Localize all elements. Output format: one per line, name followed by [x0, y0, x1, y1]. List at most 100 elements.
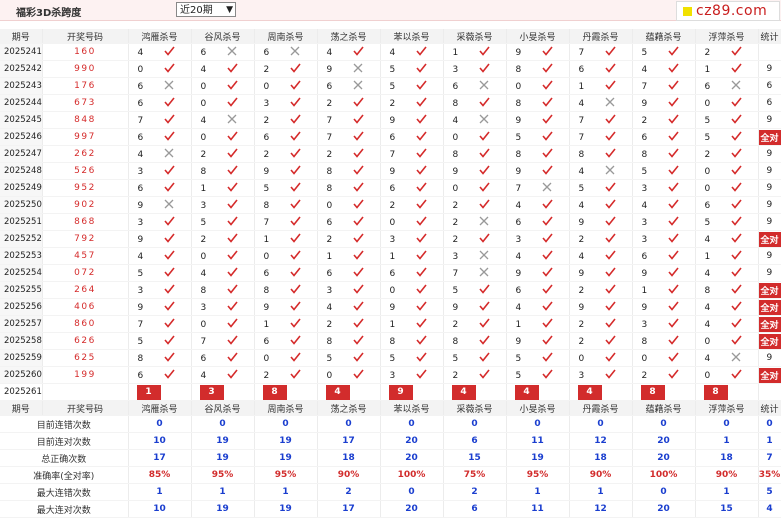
kill-cell: 7: [380, 145, 444, 163]
check-icon: [226, 131, 238, 144]
tally-value: 9: [766, 149, 773, 159]
kill-cell: 5: [443, 281, 507, 299]
kill-cell: 9: [506, 162, 570, 180]
draw-number-cell: 072: [42, 264, 129, 282]
check-icon: [289, 131, 301, 144]
stats-value: 10: [128, 432, 192, 450]
kill-cell: 9: [506, 43, 570, 61]
table-row: 2025258 626 5 7 6 8 8 8 9 2 8 0 全对: [0, 332, 781, 350]
kill-digit: 4: [515, 251, 522, 262]
kill-digit: 6: [137, 98, 144, 109]
kill-digit: 6: [326, 268, 333, 279]
check-icon: [226, 267, 238, 280]
stats-value: 75%: [443, 466, 507, 484]
kill-cell: 0: [191, 77, 255, 95]
kill-cell: 2: [254, 111, 318, 129]
kill-cell: 6: [254, 128, 318, 146]
kill-digit: 1: [452, 47, 459, 58]
kill-digit: 2: [389, 98, 396, 109]
check-icon: [667, 97, 679, 110]
kill-digit: 0: [389, 285, 396, 296]
check-icon: [289, 267, 301, 280]
check-icon: [667, 335, 679, 348]
kill-digit: 5: [389, 81, 396, 92]
kill-cell: 1: [632, 281, 696, 299]
table-row: 2025247 262 4 2 2 2 7 8 8 8 8 2 9: [0, 145, 781, 163]
draw-number-cell: 990: [42, 60, 129, 78]
stats-value: 20: [380, 500, 444, 518]
kill-cell: 4: [191, 111, 255, 129]
kill-cell: 5: [254, 179, 318, 197]
check-icon: [163, 233, 175, 246]
check-icon: [289, 182, 301, 195]
stats-row: 目前连对次数 10 19 19 17 20 6 11 12 20 1 1: [0, 432, 781, 450]
logo-text: cz89.com: [696, 3, 768, 19]
check-icon: [352, 233, 364, 246]
kill-cell: 6: [506, 281, 570, 299]
kill-cell: 5: [506, 366, 570, 384]
kill-cell: 0: [443, 128, 507, 146]
kill-cell: 0: [695, 366, 759, 384]
table-row: 2025257 860 7 0 1 2 1 2 1 2 3 4 全对: [0, 315, 781, 333]
check-icon: [478, 284, 490, 297]
kill-cell: 6: [317, 264, 381, 282]
tally-cell: 9: [758, 196, 781, 214]
stats-row: 最大连对次数 10 19 19 17 20 6 11 12 20 15 4: [0, 500, 781, 518]
check-icon: [541, 199, 553, 212]
check-icon: [730, 318, 742, 331]
current-kill-cell: 3: [191, 383, 255, 401]
kill-digit: 4: [326, 47, 333, 58]
check-icon: [226, 148, 238, 161]
kill-digit: 5: [515, 370, 522, 381]
kill-cell: 2: [380, 196, 444, 214]
kill-digit: 0: [263, 251, 270, 262]
table-row: 2025244 673 6 0 3 2 2 8 8 4 9 0 6: [0, 94, 781, 112]
stats-value: 10: [128, 500, 192, 518]
kill-cell: 1: [254, 230, 318, 248]
check-icon: [289, 114, 301, 127]
kill-cell: 9: [569, 298, 633, 316]
check-icon: [667, 46, 679, 59]
kill-cell: 3: [128, 213, 192, 231]
kill-digit: 5: [578, 183, 585, 194]
check-icon: [541, 250, 553, 263]
kill-digit: 5: [263, 183, 270, 194]
kill-digit: 5: [326, 353, 333, 364]
kill-cell: 2: [443, 213, 507, 231]
check-icon: [163, 182, 175, 195]
kill-cell: 7: [191, 332, 255, 350]
period-select[interactable]: 近20期 ▼: [176, 2, 236, 17]
stats-value: 2: [443, 483, 507, 501]
kill-digit: 4: [200, 268, 207, 279]
stats-value: 0: [695, 415, 759, 433]
kill-cell: 6: [254, 264, 318, 282]
check-icon: [226, 335, 238, 348]
kill-cell: 0: [506, 77, 570, 95]
check-icon: [226, 165, 238, 178]
stats-value: 1: [191, 483, 255, 501]
period-cell: 2025260: [0, 366, 43, 384]
site-logo[interactable]: cz89.com: [676, 1, 780, 21]
column-header-5: 荡之杀号: [317, 29, 381, 44]
kill-cell: 9: [128, 230, 192, 248]
kill-digit: 6: [137, 81, 144, 92]
column-header-9: 丹霞杀号: [569, 29, 633, 44]
stats-label: 最大连错次数: [0, 483, 129, 501]
cross-icon: [353, 63, 363, 76]
check-icon: [352, 250, 364, 263]
check-icon: [667, 216, 679, 229]
check-icon: [604, 63, 616, 76]
kill-cell: 3: [254, 94, 318, 112]
column-header-2: 鸿雁杀号: [128, 29, 192, 44]
stats-value: 19: [191, 500, 255, 518]
kill-digit: 8: [641, 336, 648, 347]
stats-value: 1: [758, 432, 781, 450]
check-icon: [667, 352, 679, 365]
table-row: 2025241 160 4 6 6 4 4 1 9 7 5 2: [0, 43, 781, 61]
kill-digit: 9: [578, 268, 585, 279]
kill-cell: 0: [380, 281, 444, 299]
check-icon: [730, 284, 742, 297]
check-icon: [163, 165, 175, 178]
kill-digit: 2: [200, 234, 207, 245]
kill-cell: 0: [254, 77, 318, 95]
